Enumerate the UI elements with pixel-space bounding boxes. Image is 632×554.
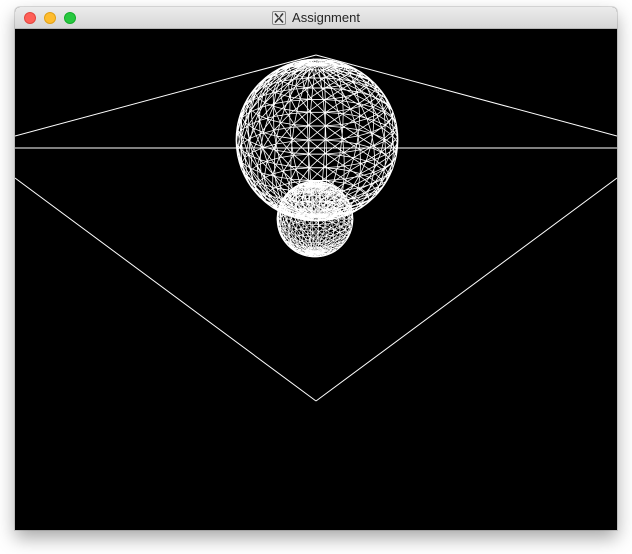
- wireframe-scene: [15, 54, 617, 402]
- sphere-large-mesh: [236, 58, 398, 222]
- window-title: Assignment: [292, 10, 360, 25]
- plane-edge-far-left: [15, 54, 317, 137]
- plane-edge-far-right: [315, 54, 617, 137]
- app-window: Assignment: [15, 7, 617, 530]
- ground-plane: [15, 54, 617, 402]
- x11-icon: [272, 11, 287, 25]
- plane-edge-near-right: [315, 177, 617, 402]
- plane-edge-near-left: [15, 177, 317, 402]
- title-bar[interactable]: Assignment: [15, 7, 617, 29]
- title-group: Assignment: [15, 7, 617, 29]
- render-canvas[interactable]: [15, 29, 617, 530]
- large-sphere: [235, 58, 399, 222]
